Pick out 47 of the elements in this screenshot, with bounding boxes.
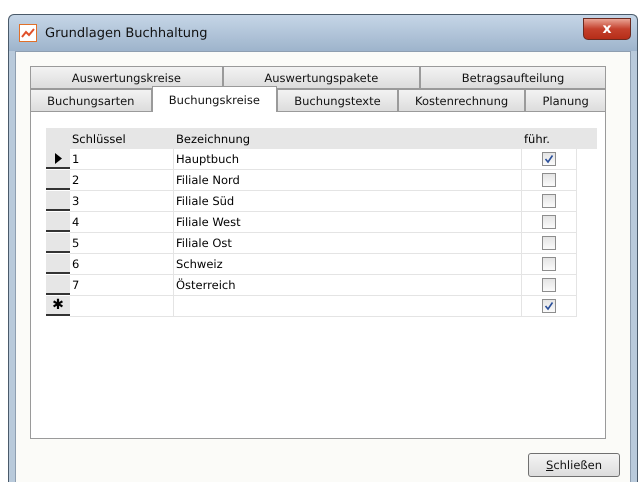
row-indicator[interactable]: [46, 233, 70, 253]
table-cell: 7: [70, 275, 174, 296]
row-indicator[interactable]: ✱: [46, 296, 70, 316]
table-cell: Hauptbuch: [174, 149, 522, 170]
checkbox[interactable]: [542, 257, 556, 271]
column-header: führ.: [522, 128, 577, 149]
table-cell: 2: [70, 170, 174, 191]
row-indicator[interactable]: [46, 191, 70, 211]
table-cell: 1: [70, 149, 174, 170]
table-cell: Filiale West: [174, 212, 522, 233]
table-cell: Filiale Süd: [174, 191, 522, 212]
column-header: Schlüssel: [70, 128, 174, 149]
checkbox[interactable]: [542, 299, 556, 313]
row-indicator[interactable]: [46, 149, 70, 169]
tab[interactable]: Buchungstexte: [277, 89, 398, 112]
close-dialog-button[interactable]: Schließen: [528, 453, 620, 477]
window-title: Grundlagen Buchhaltung: [45, 26, 208, 40]
row-indicator[interactable]: [46, 254, 70, 274]
current-row-icon: [54, 152, 62, 164]
checkbox[interactable]: [542, 173, 556, 187]
table-cell: Filiale Nord: [174, 170, 522, 191]
tab[interactable]: Betragsaufteilung: [420, 66, 606, 89]
row-indicator[interactable]: [46, 170, 70, 190]
table-cell: 6: [70, 254, 174, 275]
table-cell: 3: [70, 191, 174, 212]
checkbox[interactable]: [542, 215, 556, 229]
table-cell: Österreich: [174, 275, 522, 296]
checkbox[interactable]: [542, 152, 556, 166]
close-button[interactable]: x: [583, 18, 631, 40]
new-row-marker: ✱: [52, 297, 64, 313]
tab[interactable]: Buchungsarten: [30, 89, 152, 112]
row-indicator[interactable]: [46, 275, 70, 295]
checkbox[interactable]: [542, 236, 556, 250]
table-cell: 4: [70, 212, 174, 233]
tab[interactable]: Planung: [525, 89, 606, 112]
table-cell: 5: [70, 233, 174, 254]
tab[interactable]: Auswertungspakete: [222, 66, 420, 89]
tab[interactable]: Auswertungskreise: [30, 66, 223, 89]
column-header: Bezeichnung: [174, 128, 522, 149]
checkbox[interactable]: [542, 194, 556, 208]
row-indicator[interactable]: [46, 212, 70, 232]
tab[interactable]: Kostenrechnung: [398, 89, 526, 112]
app-icon: [19, 24, 37, 42]
table-cell: Filiale Ost: [174, 233, 522, 254]
checkbox[interactable]: [542, 278, 556, 292]
table-cell: Schweiz: [174, 254, 522, 275]
tab[interactable]: Buchungskreise: [152, 86, 278, 112]
